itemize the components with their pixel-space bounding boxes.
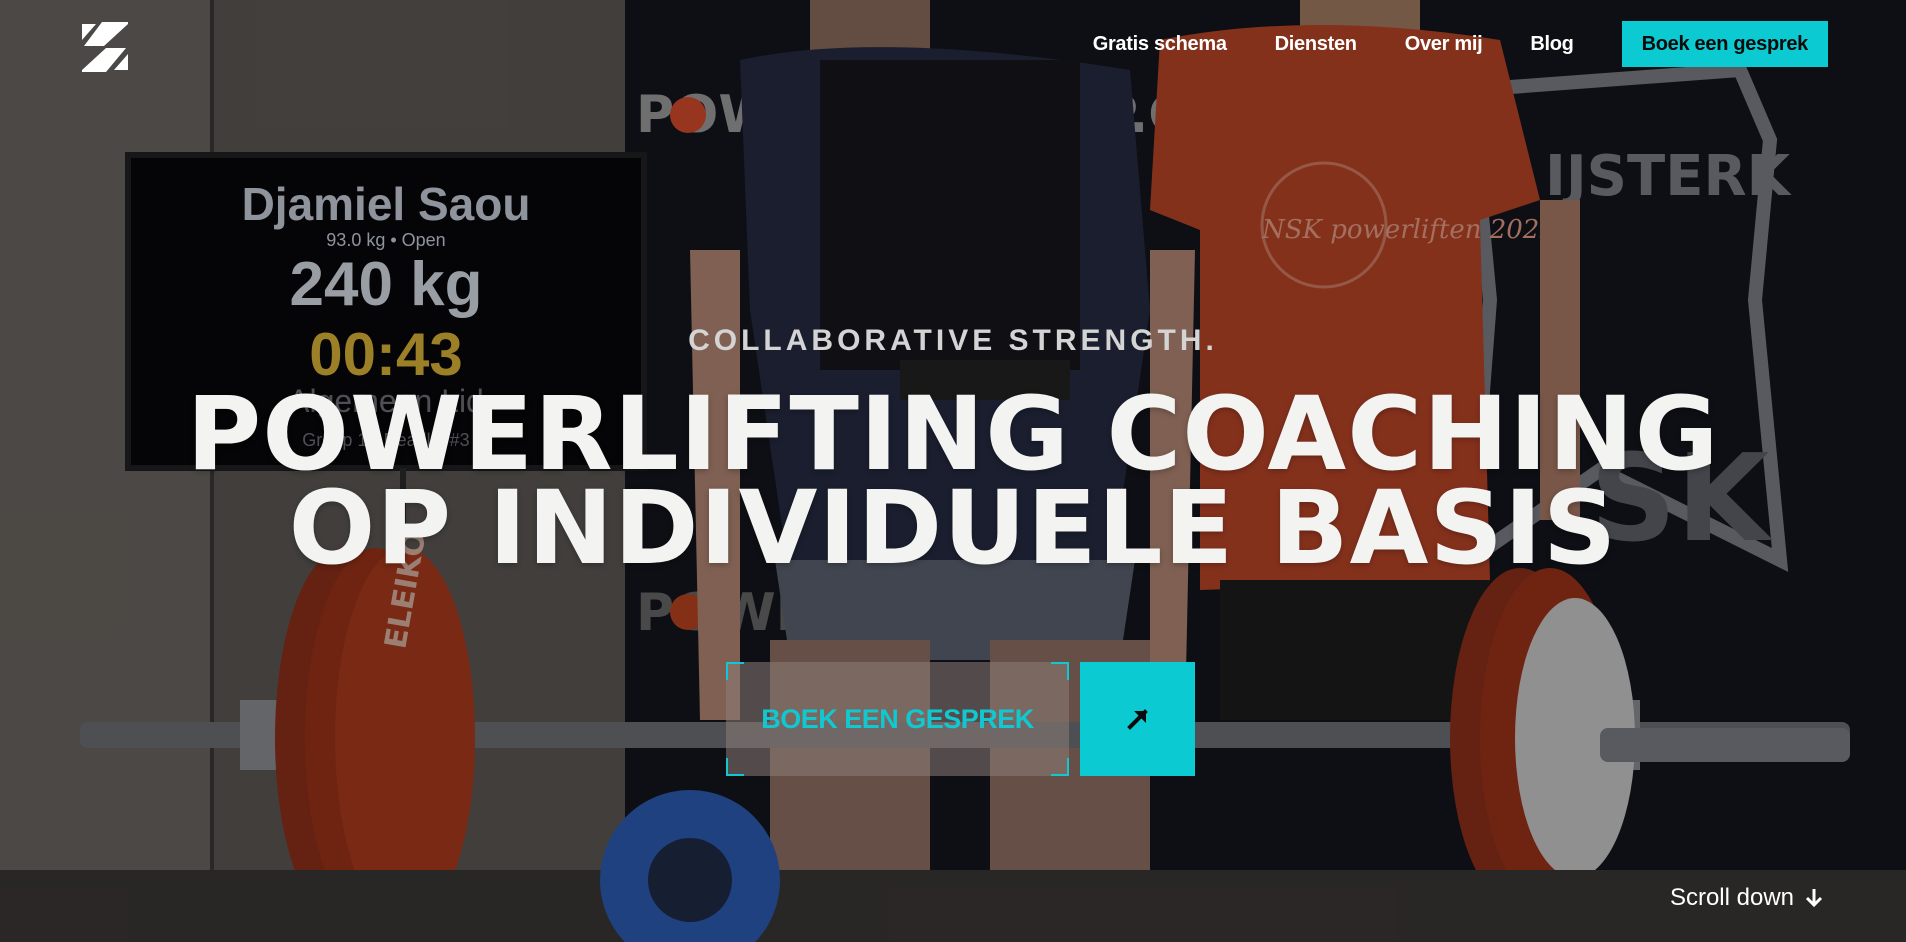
nav-item-over-mij[interactable]: Over mij — [1405, 33, 1483, 56]
hero-title: POWERLIFTING COACHING OP INDIVIDUELE BAS… — [0, 375, 1906, 588]
corner-bracket — [726, 662, 744, 680]
hero-cta-group: BOEK EEN GESPREK — [726, 662, 1195, 776]
main-nav: Gratis schema Diensten Over mij Blog Boe… — [1093, 20, 1828, 68]
corner-bracket — [726, 758, 744, 776]
corner-bracket — [1051, 758, 1069, 776]
scroll-down-label: Scroll down — [1669, 884, 1794, 911]
nav-item-blog[interactable]: Blog — [1530, 33, 1574, 56]
hero-title-line1: POWERLIFTING COACHING — [186, 375, 1720, 494]
s-logo-icon[interactable] — [82, 22, 128, 72]
nav-item-diensten[interactable]: Diensten — [1275, 33, 1357, 56]
arrow-up-right-icon[interactable] — [1080, 662, 1195, 776]
nav-item-gratis-schema[interactable]: Gratis schema — [1093, 33, 1227, 56]
hero-book-label: BOEK EEN GESPREK — [761, 703, 1034, 734]
hero-kicker: COLLABORATIVE STRENGTH. — [688, 324, 1218, 357]
hero-title-line2: OP INDIVIDUELE BASIS — [288, 469, 1618, 588]
corner-bracket — [1051, 662, 1069, 680]
hero-section: POWERLIFTSHOP.COM POWERL IJSTERK SK Djam… — [0, 0, 1906, 942]
arrow-down-icon — [1805, 889, 1823, 908]
nav-book-button[interactable]: Boek een gesprek — [1621, 21, 1828, 67]
hero-book-button[interactable]: BOEK EEN GESPREK — [726, 662, 1069, 776]
scroll-down-link[interactable]: Scroll down — [1670, 884, 1824, 912]
